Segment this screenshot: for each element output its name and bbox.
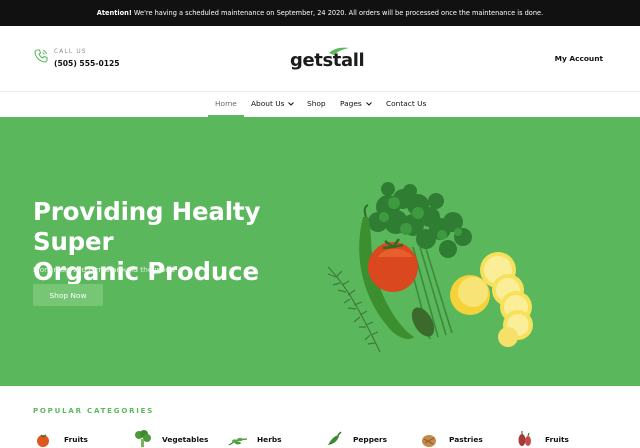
announcement-bar: Atention! We're having a scheduled maint… — [0, 0, 640, 26]
pastry-icon — [422, 435, 436, 447]
chevron-down-icon — [365, 101, 372, 106]
category-label: Peppers — [353, 434, 388, 444]
shop-now-button[interactable]: Shop Now — [33, 284, 103, 306]
site-logo[interactable]: getstall — [290, 46, 365, 72]
announcement-message: We're having a scheduled maintenance on … — [133, 9, 544, 17]
nav-shop[interactable]: Shop — [307, 99, 326, 108]
category-label: Vegetables — [162, 434, 209, 444]
phone-number[interactable]: (505) 555-0125 — [54, 59, 120, 68]
category-pastries[interactable]: Pastries — [419, 430, 483, 448]
chevron-down-icon — [288, 101, 295, 106]
popular-categories-heading: POPULAR CATEGORIES — [33, 407, 155, 415]
hero-subtitle: From reserved farms around the world — [33, 265, 176, 274]
berries-icon — [518, 431, 531, 446]
category-peppers[interactable]: Peppers — [323, 430, 387, 448]
phone-icon — [34, 49, 48, 63]
category-label: Herbs — [257, 434, 282, 444]
pepper-icon — [328, 431, 342, 445]
nav-home[interactable]: Home — [215, 99, 237, 108]
site-header: CALL US (505) 555-0125 getstall My Accou… — [0, 26, 640, 92]
category-fruits-2[interactable]: Fruits — [515, 430, 569, 448]
category-label: Pastries — [449, 434, 483, 444]
tomato-icon — [37, 434, 49, 447]
category-fruits[interactable]: Fruits — [34, 430, 88, 448]
hero-banner: Providing Healty Super Organic Produce F… — [0, 117, 640, 386]
nav-contact-us-label: Contact Us — [386, 99, 427, 108]
nav-home-label: Home — [215, 99, 237, 108]
vegetables-image — [327, 182, 533, 353]
category-herbs[interactable]: Herbs — [227, 430, 282, 448]
broccoli-icon — [135, 430, 151, 447]
announcement-label: Atention! — [96, 9, 132, 17]
herb-icon — [228, 437, 248, 446]
nav-contact-us[interactable]: Contact Us — [386, 99, 426, 108]
leaf-icon — [329, 47, 349, 55]
nav-about-us[interactable]: About Us — [251, 99, 295, 108]
category-label: Fruits — [545, 434, 569, 444]
my-account-link[interactable]: My Account — [555, 54, 603, 63]
nav-about-us-label: About Us — [251, 99, 285, 108]
nav-shop-label: Shop — [307, 99, 326, 108]
category-label: Fruits — [64, 434, 88, 444]
nav-pages[interactable]: Pages — [340, 99, 372, 108]
category-vegetables[interactable]: Vegetables — [132, 430, 208, 448]
hero-title-line-1: Providing Healty Super — [33, 197, 261, 256]
main-nav: Home About Us Shop Pages Contact Us — [0, 91, 640, 117]
call-us-label: CALL US — [54, 49, 87, 55]
nav-pages-label: Pages — [340, 99, 362, 108]
